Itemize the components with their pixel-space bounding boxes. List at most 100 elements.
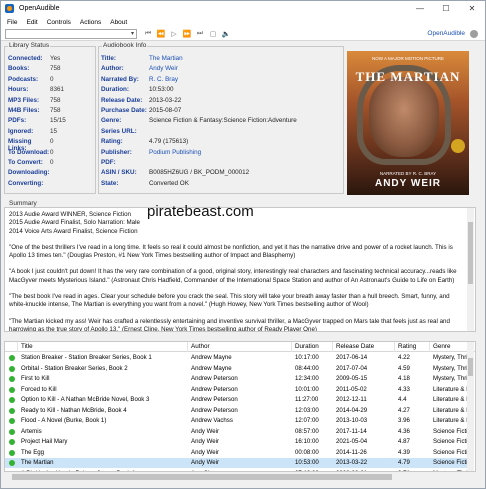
audiobook-info-label: Genre: [101,117,122,125]
fast-forward-icon[interactable]: ⏩ [182,29,192,39]
audiobook-info-row: Release Date: 2013-03-22 [101,97,181,106]
menu-edit[interactable]: Edit [26,19,37,26]
cell-duration: 10:01:00 [295,385,319,393]
library-stat-row: Ignored: 15 [8,128,57,137]
audiobook-info-value[interactable]: The Martian [149,55,183,64]
column-header-title[interactable]: Title [18,342,188,352]
skip-back-icon[interactable]: ⏮ [143,29,153,39]
status-cell [5,395,18,405]
audiobook-info-value: Converted OK [149,179,189,187]
table-row[interactable]: Option to Kill - A Nathan McBride Novel,… [5,395,469,405]
table-row[interactable]: Orbital - Station Breaker Series, Book 2… [5,364,469,374]
cell-rating: 4.36 [398,427,410,435]
close-button[interactable]: ✕ [459,1,485,16]
table-row[interactable]: Flood - A Novel (Burke, Book 1) Andrew Va… [5,416,469,426]
status-column-header[interactable] [5,342,18,352]
summary-scrollbar[interactable] [467,208,474,331]
cover-face [369,77,439,157]
column-header-author[interactable]: Author [188,342,292,352]
converted-status-icon [9,470,15,471]
cell-duration: 12:03:00 [295,406,319,414]
summary-panel: 2013 Audie Award WINNER, Science Fiction… [4,207,476,332]
status-cell [5,353,18,363]
audiobook-info-row: Genre: Science Fiction & Fantasy:Science … [101,117,297,126]
audiobook-info-value[interactable]: Andy Weir [149,65,178,74]
table-scrollbar[interactable] [467,342,474,471]
summary-scroll-thumb[interactable] [468,222,473,284]
status-indicator-icon [470,30,478,38]
menu-controls[interactable]: Controls [47,19,71,26]
library-stat-label: Podcasts: [8,75,39,83]
audiobook-info-label: Publisher: [101,148,132,156]
library-stat-label: To Download: [8,148,50,156]
skip-forward-icon[interactable]: ⏭ [195,29,205,39]
column-header-duration[interactable]: Duration [292,342,333,352]
play-icon[interactable]: ▷ [169,29,179,39]
menu-about[interactable]: About [110,19,127,26]
column-header-rating[interactable]: Rating [395,342,430,352]
stop-icon[interactable]: ▢ [208,29,218,39]
audiobook-info-label: ASIN / SKU: [101,169,137,177]
audiobook-info-label: Series URL: [101,127,137,135]
converted-status-icon [9,376,15,382]
watermark-text: piratebeast.com [147,203,254,220]
library-stat-row: To Convert: 0 [8,159,54,168]
cell-duration: 11:27:00 [295,396,319,403]
library-stat-value: 0 [50,159,54,166]
volume-icon[interactable]: 🔈 [221,29,231,39]
cell-release-date: 2014-04-29 [336,406,368,414]
table-row[interactable]: First to Kill Andrew Peterson 12:34:00 2009… [5,374,469,384]
status-cell [5,427,18,437]
cell-duration: 10:53:00 [295,459,319,466]
library-stat-row: Missing Links: 0 [8,138,54,152]
menu-actions[interactable]: Actions [80,19,101,26]
horizontal-scroll-thumb[interactable] [12,474,392,480]
table-row[interactable]: Forced to Kill Andrew Peterson 10:01:00 201… [5,385,469,395]
column-header-release-date[interactable]: Release Date [333,342,395,352]
cover-art[interactable]: NOW A MAJOR MOTION PICTURE THE MARTIAN N… [347,51,469,195]
table-row[interactable]: Project Hail Mary Andy Weir 16:10:00 2021-0… [5,437,469,447]
chevron-down-icon[interactable]: ▾ [131,30,134,37]
table-row[interactable]: Ready to Kill - Nathan McBride, Book 4 An… [5,406,469,416]
table-horizontal-scrollbar[interactable] [4,473,476,481]
cell-author: Ann Cleeves [188,469,292,472]
toolbar: ▾ ⏮ ⏪ ▷ ⏩ ⏭ ▢ 🔈 OpenAudible [1,28,485,41]
table-scroll-thumb[interactable] [468,358,473,376]
cell-author: Andrew Peterson [191,396,238,403]
summary-paragraph: "The Martian kicked my ass! Weir has cra… [9,317,450,332]
audiobook-info-value[interactable]: Podium Publishing [149,149,201,158]
maximize-button[interactable]: ☐ [433,1,459,16]
rewind-icon[interactable]: ⏪ [156,29,166,39]
minimize-button[interactable]: — [407,1,433,16]
converted-status-icon [9,460,15,466]
table-row[interactable]: The Martian Andy Weir 10:53:00 2013-03-22 4.… [5,458,469,468]
audiobook-info-label: Title: [101,55,116,62]
title-bar: OpenAudible — ☐ ✕ [1,1,485,16]
cell-title: Orbital - Station Breaker Series, Book 2 [21,364,128,372]
cell-author: Andy Weir [191,427,219,435]
window-controls: — ☐ ✕ [407,1,485,16]
openaudible-link[interactable]: OpenAudible [427,30,465,37]
cell-rating: 4.27 [398,406,410,414]
column-header-genre[interactable]: Genre [430,342,469,352]
library-stat-row: Converting: [8,180,50,189]
search-combo[interactable]: ▾ [5,29,137,39]
library-stat-value: 758 [50,65,61,73]
audiobook-info-label: Rating: [101,138,123,146]
table-row[interactable]: A Bird in the Hand - Palmer-Jones, Book … [5,469,469,472]
library-stat-row: Books: 758 [8,65,61,74]
cell-author: Andrew Mayne [191,354,232,361]
library-stat-label: To Convert: [8,159,43,166]
library-stat-label: PDFs: [8,117,27,125]
converted-status-icon [9,365,15,372]
table-row[interactable]: Station Breaker - Station Breaker Series… [5,353,469,363]
audiobook-info-value[interactable]: R. C. Bray [149,76,178,85]
summary-text: 2013 Audie Award WINNER, Science Fiction… [5,208,475,332]
cell-genre: Science Fiction & [433,459,469,466]
table-row[interactable]: The Egg Andy Weir 00:08:00 2014-11-26 4.39 Sc… [5,448,469,458]
table-row[interactable]: Artemis Andy Weir 08:57:00 2017-11-14 4.36 Sc… [5,427,469,437]
status-cell [5,416,18,426]
menu-file[interactable]: File [7,19,17,26]
cell-duration: 16:10:00 [295,438,319,445]
audiobook-info-label: Release Date: [101,96,143,104]
